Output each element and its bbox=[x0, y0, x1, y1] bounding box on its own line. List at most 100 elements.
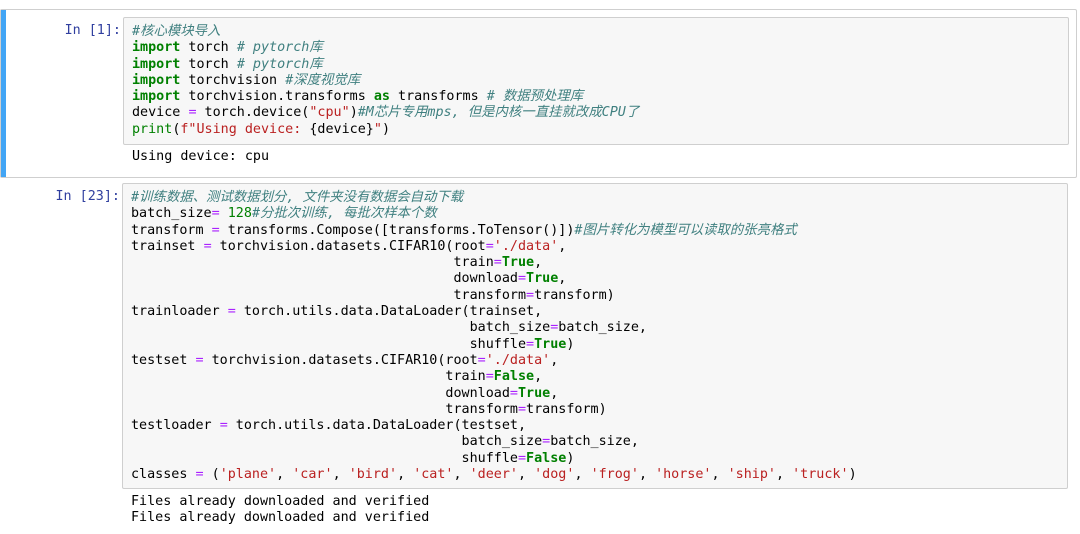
code-text: , bbox=[776, 467, 793, 483]
code-keyword: as bbox=[373, 89, 390, 105]
code-string: 'truck' bbox=[792, 467, 849, 483]
code-number: 128 bbox=[219, 206, 252, 222]
code-text: transforms.Compose([transforms.ToTensor(… bbox=[219, 222, 575, 238]
code-text: transforms bbox=[389, 89, 487, 105]
code-text: torch.device( bbox=[196, 105, 310, 121]
code-keyword: False bbox=[493, 369, 535, 385]
code-text: , bbox=[558, 238, 567, 254]
code-text: , bbox=[550, 385, 559, 401]
code-text: torchvision bbox=[180, 72, 286, 88]
code-operator: = bbox=[509, 385, 518, 401]
code-text: ) bbox=[566, 450, 575, 466]
code-operator: = bbox=[485, 238, 494, 254]
code-comment: #训练数据、测试数据划分, 文件夹没有数据会自动下载 bbox=[131, 190, 464, 205]
code-operator: = bbox=[195, 352, 204, 368]
code-keyword: import bbox=[132, 40, 181, 56]
code-text: transform bbox=[445, 401, 518, 417]
code-text: transform) bbox=[534, 287, 615, 303]
code-text: , bbox=[574, 467, 591, 483]
code-operator: = bbox=[517, 271, 527, 287]
code-text: ) bbox=[349, 105, 358, 121]
code-text: torchvision.datasets.CIFAR10(root bbox=[203, 352, 478, 368]
code-comment: #M芯片专用mps, 但是内核一直挂就改成CPU了 bbox=[357, 105, 640, 121]
cell-selection-bar bbox=[1, 10, 6, 177]
input-prompt: In [1]: bbox=[64, 23, 121, 38]
code-comment: # pytorch库 bbox=[236, 40, 323, 56]
code-comment: #深度视觉库 bbox=[285, 72, 361, 88]
code-text: torch.utils.data.DataLoader(testset, bbox=[227, 418, 527, 434]
code-text: {device} bbox=[309, 121, 374, 137]
code-text: classes bbox=[131, 467, 196, 483]
code-text: train bbox=[453, 255, 494, 271]
code-text: , bbox=[638, 467, 656, 483]
code-text: shuffle bbox=[469, 336, 527, 352]
code-keyword: import bbox=[132, 56, 181, 72]
code-string: 'horse' bbox=[655, 467, 712, 483]
code-text: , bbox=[534, 369, 543, 385]
code-editor[interactable]: #训练数据、测试数据划分, 文件夹没有数据会自动下载 batch_size= 1… bbox=[123, 184, 1067, 483]
code-operator: = bbox=[526, 336, 535, 352]
code-text: , bbox=[534, 255, 543, 271]
code-text: batch_size bbox=[131, 206, 212, 222]
code-text: device bbox=[132, 105, 189, 121]
code-text: , bbox=[711, 467, 728, 483]
code-operator: = bbox=[211, 222, 220, 238]
code-keyword: True bbox=[526, 271, 559, 287]
code-text: , bbox=[558, 271, 567, 287]
code-text: shuffle bbox=[461, 450, 518, 466]
code-keyword: True bbox=[534, 336, 567, 352]
code-text: transform) bbox=[526, 401, 607, 417]
code-text: testloader bbox=[131, 418, 220, 434]
code-cell-1[interactable]: In [1]: #核心模块导入 import torch # pytorch库 … bbox=[0, 9, 1077, 178]
input-prompt: In [23]: bbox=[55, 189, 121, 204]
code-string: './data' bbox=[485, 352, 551, 368]
code-input-area[interactable]: #训练数据、测试数据划分, 文件夹没有数据会自动下载 batch_size= 1… bbox=[122, 183, 1068, 489]
code-text: batch_size, bbox=[550, 434, 639, 450]
cell-output: Files already downloaded and verified Fi… bbox=[131, 494, 430, 526]
code-text: download bbox=[453, 271, 518, 287]
code-text: trainset bbox=[131, 238, 204, 254]
code-text: batch_size bbox=[469, 320, 551, 336]
code-text: torch.utils.data.DataLoader(trainset, bbox=[235, 304, 543, 320]
code-comment: # 数据预处理库 bbox=[486, 89, 584, 105]
code-string: 'bird' bbox=[348, 467, 398, 483]
code-text: , bbox=[332, 467, 349, 483]
code-operator: = bbox=[485, 369, 494, 385]
code-input-area[interactable]: #核心模块导入 import torch # pytorch库 import t… bbox=[123, 17, 1069, 145]
code-operator: = bbox=[227, 304, 236, 320]
code-string: " bbox=[373, 121, 382, 137]
code-comment: #图片转化为模型可以读取的张亮格式 bbox=[574, 222, 797, 238]
code-text: ) bbox=[381, 121, 390, 137]
code-string: 'ship' bbox=[727, 467, 776, 483]
code-string: "cpu" bbox=[309, 105, 350, 121]
code-keyword: import bbox=[132, 72, 181, 88]
code-text: , bbox=[453, 467, 470, 483]
code-operator: = bbox=[203, 238, 212, 254]
code-operator: = bbox=[211, 206, 220, 222]
code-text: train bbox=[445, 369, 486, 385]
code-keyword: True bbox=[517, 385, 551, 401]
code-text: transform bbox=[131, 222, 212, 238]
code-operator: = bbox=[477, 352, 486, 368]
code-string: f"Using device: bbox=[180, 121, 310, 137]
code-cell-2[interactable]: In [23]: #训练数据、测试数据划分, 文件夹没有数据会自动下载 batc… bbox=[0, 180, 1075, 534]
code-builtin: print bbox=[132, 121, 173, 137]
code-text: torchvision.transforms bbox=[180, 89, 374, 105]
code-keyword: True bbox=[501, 255, 535, 271]
code-operator: = bbox=[195, 467, 204, 483]
code-text: torch bbox=[180, 56, 237, 72]
code-text: ) bbox=[848, 467, 857, 483]
code-text: torchvision.datasets.CIFAR10(root bbox=[211, 238, 486, 254]
code-string: 'plane' bbox=[219, 467, 277, 483]
code-text: , bbox=[397, 467, 414, 483]
code-editor[interactable]: #核心模块导入 import torch # pytorch库 import t… bbox=[124, 18, 1068, 138]
code-text: download bbox=[445, 385, 510, 401]
code-string: 'dog' bbox=[534, 467, 575, 483]
